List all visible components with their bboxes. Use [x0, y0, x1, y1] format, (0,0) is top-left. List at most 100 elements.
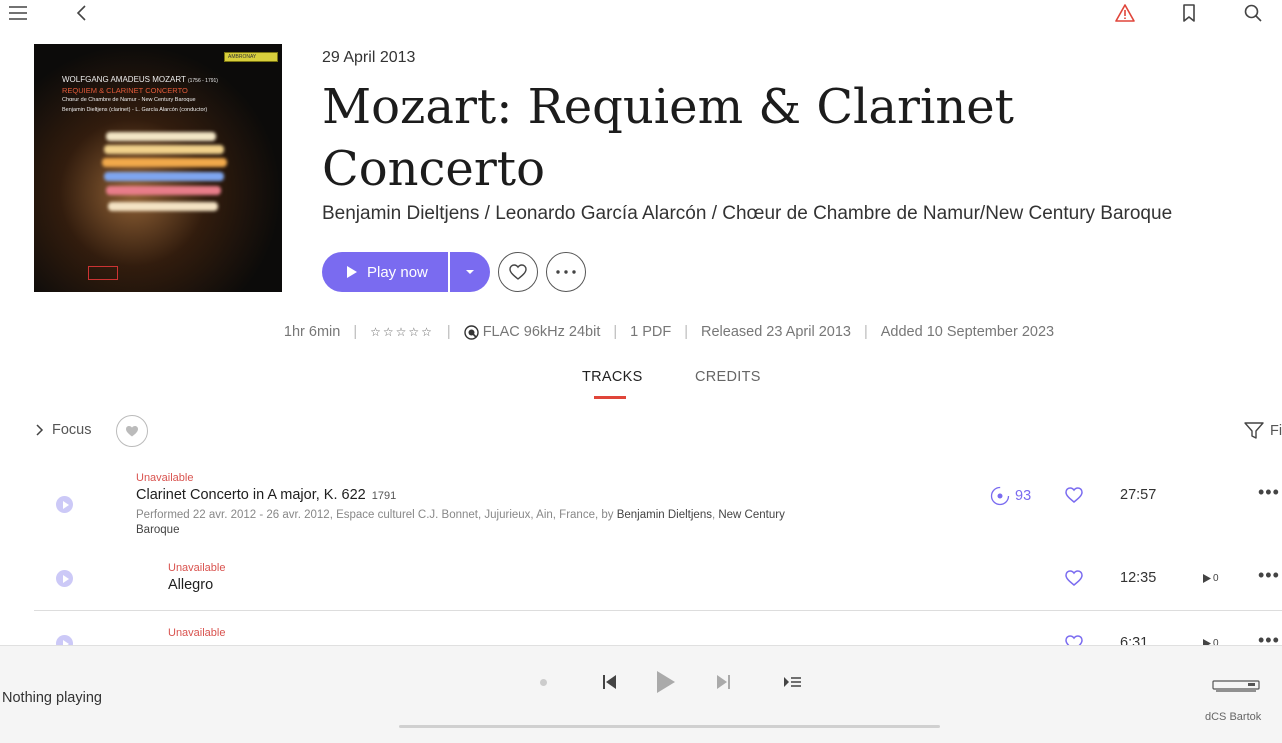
queue-button[interactable]: [782, 672, 802, 692]
cover-streak: [104, 145, 224, 154]
play-now-button[interactable]: Play now: [322, 252, 448, 292]
album-artists[interactable]: Benjamin Dieltjens / Leonardo García Ala…: [322, 203, 1172, 225]
work-year: 1791: [371, 490, 397, 502]
work-row[interactable]: Unavailable Clarinet Concerto in A major…: [0, 460, 1282, 550]
chevron-down-icon: [466, 270, 474, 274]
released-date: Released 23 April 2013: [701, 324, 851, 340]
work-title: Clarinet Concerto in A major, K. 622 1791: [136, 487, 396, 503]
work-title-text: Clarinet Concerto in A major, K. 622: [136, 487, 366, 503]
next-button[interactable]: [713, 672, 733, 692]
info-separator: |: [863, 324, 868, 340]
album-title: Mozart: Requiem & Clarinet Concerto: [322, 79, 1014, 197]
rating-stars[interactable]: ☆☆☆☆☆: [370, 325, 434, 339]
heart-outline-icon: [509, 264, 527, 280]
chevron-right-icon: [36, 424, 44, 436]
play-work-button[interactable]: [56, 496, 73, 513]
more-options-button[interactable]: [546, 252, 586, 292]
progress-bar[interactable]: [399, 725, 940, 728]
focus-favorite-button[interactable]: [116, 415, 148, 447]
heart-icon: [126, 426, 138, 437]
info-separator: |: [613, 324, 618, 340]
heart-outline-icon: [1065, 570, 1083, 586]
release-date: 29 April 2013: [322, 49, 416, 66]
play-group: Play now: [322, 252, 490, 292]
work-more-button[interactable]: •••: [1258, 482, 1280, 503]
filter-button[interactable]: Fi: [1244, 422, 1282, 440]
cover-label: AMBRONAY: [224, 52, 278, 62]
play-track-button[interactable]: [56, 570, 73, 587]
performer-link[interactable]: Benjamin Dieltjens: [617, 509, 712, 521]
track-duration: 12:35: [1120, 570, 1157, 586]
filter-label: Fi: [1270, 423, 1282, 439]
cover-label-text: AMBRONAY: [228, 54, 257, 60]
filter-icon: [1244, 422, 1264, 439]
track-plays: 0: [1203, 638, 1219, 645]
heart-outline-icon: [1065, 487, 1083, 503]
track-list: Unavailable Clarinet Concerto in A major…: [0, 460, 1282, 645]
tab-tracks[interactable]: TRACKS: [582, 369, 643, 385]
track-row[interactable]: Unavailable 6:31 0 •••: [0, 620, 1282, 645]
listens-icon: [990, 486, 1010, 506]
album-duration: 1hr 6min: [283, 324, 341, 340]
focus-toggle[interactable]: Focus: [34, 422, 92, 438]
tab-credits[interactable]: CREDITS: [695, 369, 761, 385]
cover-streak: [104, 172, 224, 181]
play-now-label: Play now: [367, 263, 428, 281]
back-icon[interactable]: [72, 2, 92, 24]
queue-icon: [784, 677, 801, 687]
previous-button[interactable]: [600, 672, 620, 692]
info-separator: |: [353, 324, 358, 340]
info-separator: |: [684, 324, 689, 340]
skip-previous-icon: [603, 675, 616, 689]
work-status: Unavailable: [136, 472, 194, 484]
cover-work: REQUIEM & CLARINET CONCERTO: [62, 86, 188, 95]
added-date: Added 10 September 2023: [880, 324, 1055, 340]
play-options-dropdown[interactable]: [450, 252, 490, 292]
quality-info: FLAC 96kHz 24bit: [463, 324, 601, 340]
cover-composer: WOLFGANG AMADEUS MOZART (1756 - 1791): [62, 75, 218, 84]
favorite-track-button[interactable]: [1065, 570, 1083, 591]
qobuz-icon: [463, 324, 479, 340]
row-divider: [34, 610, 1282, 611]
listens-value: 93: [1015, 488, 1032, 504]
favorite-work-button[interactable]: [1065, 487, 1083, 508]
play-button[interactable]: [654, 668, 678, 696]
device-button[interactable]: [1211, 676, 1261, 696]
cover-label-logo: [88, 266, 118, 280]
track-status: Unavailable: [168, 627, 226, 639]
active-tab-indicator: [594, 396, 626, 399]
menu-icon[interactable]: [6, 2, 30, 24]
info-separator: |: [446, 324, 451, 340]
track-row[interactable]: Unavailable Allegro 12:35 0 •••: [0, 555, 1282, 610]
shuffle-indicator[interactable]: [540, 679, 547, 686]
track-more-button[interactable]: •••: [1258, 630, 1280, 645]
track-plays-value: 0: [1213, 573, 1219, 584]
cover-streak: [106, 132, 216, 141]
player-bar: Nothing playing dCS Bartok: [0, 645, 1282, 743]
album-cover[interactable]: AMBRONAY WOLFGANG AMADEUS MOZART (1756 -…: [34, 44, 282, 292]
listens-count: 93: [990, 486, 1031, 506]
cover-streak: [106, 186, 221, 195]
track-status: Unavailable: [168, 562, 226, 574]
cover-performers-1: Chœur de Chambre de Namur - New Century …: [62, 97, 196, 103]
play-icon: [657, 671, 675, 693]
cover-streak: [108, 202, 218, 211]
track-plays: 0: [1203, 573, 1219, 584]
bookmark-icon[interactable]: [1178, 2, 1200, 24]
ellipsis-icon: [556, 270, 576, 274]
search-icon[interactable]: [1242, 2, 1264, 24]
skip-next-icon: [717, 675, 730, 689]
device-label[interactable]: dCS Bartok: [1205, 711, 1261, 723]
warning-icon[interactable]: [1114, 2, 1136, 24]
heart-outline-icon: [1065, 635, 1083, 645]
favorite-album-button[interactable]: [498, 252, 538, 292]
quality-label: FLAC 96kHz 24bit: [482, 324, 601, 340]
track-title: Allegro: [168, 577, 214, 593]
work-performed: Performed 22 avr. 2012 - 26 avr. 2012, E…: [136, 508, 816, 538]
play-track-button[interactable]: [56, 635, 73, 645]
track-more-button[interactable]: •••: [1258, 565, 1280, 586]
cover-streak: [102, 158, 227, 167]
streamer-device-icon: [1212, 680, 1260, 692]
pdf-count[interactable]: 1 PDF: [630, 324, 671, 340]
favorite-track-button[interactable]: [1065, 635, 1083, 645]
